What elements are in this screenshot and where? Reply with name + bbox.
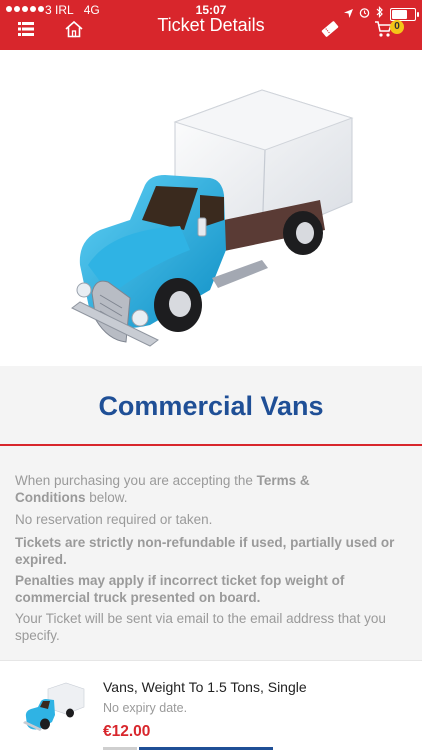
terms-email-line-2: specify. (15, 628, 60, 643)
terms-refund-line-1: Tickets are strictly non-refundable if u… (15, 535, 395, 550)
terms-intro-suffix: below. (85, 490, 128, 505)
terms-section: When purchasing you are accepting the Te… (0, 446, 422, 660)
terms-intro: When purchasing you are accepting the Te… (15, 472, 407, 489)
app-header: 3 IRL 4G 15:07 Ticket Details 0 (0, 0, 422, 50)
terms-link-part-2[interactable]: Conditions (15, 490, 86, 505)
terms-no-reservation: No reservation required or taken. (15, 512, 213, 527)
product-title: Commercial Vans (98, 391, 324, 421)
ticket-icon (321, 21, 339, 37)
ticket-option-card[interactable]: Vans, Weight To 1.5 Tons, Single No expi… (0, 660, 422, 750)
terms-intro-line-2: Conditions below. (15, 489, 407, 506)
tickets-button[interactable] (318, 18, 342, 40)
terms-link-part-1[interactable]: Terms & (257, 473, 310, 488)
truck-illustration (71, 89, 354, 347)
hero-image (0, 50, 422, 366)
ticket-price: €12.00 (103, 723, 151, 740)
terms-email-line-1: Your Ticket will be sent via email to th… (15, 611, 386, 626)
truck-thumbnail (23, 682, 85, 731)
terms-refund-line-2: expired. (15, 552, 67, 567)
product-title-band: Commercial Vans (0, 366, 422, 446)
terms-penalty-line-1: Penalties may apply if incorrect ticket … (15, 573, 345, 588)
page-title: Ticket Details (157, 15, 265, 35)
cart-button[interactable]: 0 (366, 18, 404, 40)
ticket-details-page: 3 IRL 4G 15:07 Ticket Details 0 Commerci… (0, 0, 422, 750)
ticket-expiry: No expiry date. (103, 701, 188, 715)
ticket-name: Vans, Weight To 1.5 Tons, Single (103, 679, 307, 695)
cart-count-badge: 0 (390, 20, 404, 34)
terms-penalty-line-2: commercial truck presented on board. (15, 590, 261, 605)
terms-intro-prefix: When purchasing you are accepting the (15, 473, 257, 488)
